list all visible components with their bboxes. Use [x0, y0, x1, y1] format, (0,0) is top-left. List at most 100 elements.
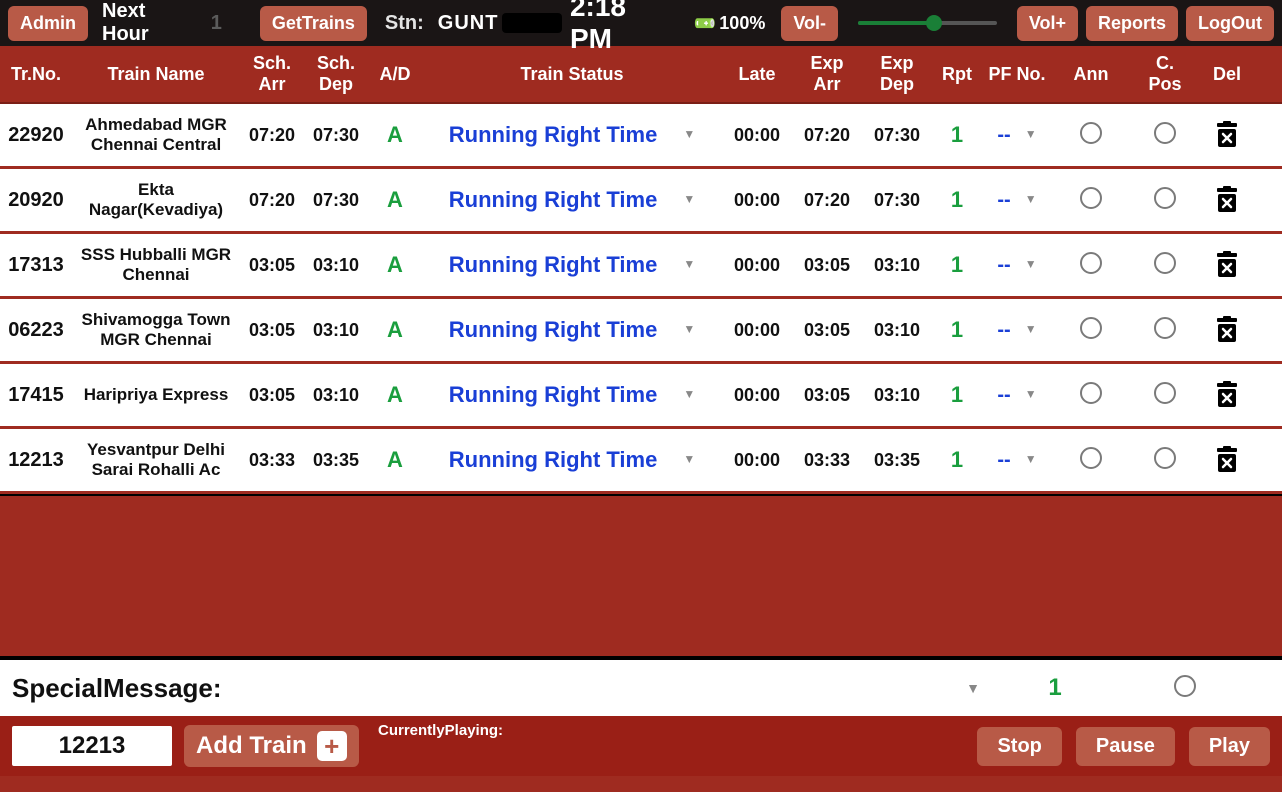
cell-ad: A: [368, 183, 422, 216]
cell-late: 00:00: [722, 121, 792, 150]
cell-exp-dep: 07:30: [862, 186, 932, 215]
ann-radio[interactable]: [1080, 252, 1102, 274]
cell-pf-dropdown[interactable]: --▼: [982, 250, 1052, 281]
special-message-bar: SpecialMessage: ▼ 1: [0, 660, 1282, 716]
vol-plus-button[interactable]: Vol+: [1017, 6, 1078, 41]
cell-exp-dep: 03:10: [862, 381, 932, 410]
chevron-down-icon: ▼: [683, 388, 695, 402]
cell-exp-arr: 03:05: [792, 381, 862, 410]
special-caret-icon[interactable]: ▼: [966, 680, 980, 696]
delete-button[interactable]: [1200, 117, 1254, 153]
train-table: Tr.No. Train Name Sch.Arr Sch.Dep A/D Tr…: [0, 46, 1282, 494]
cell-name: Yesvantpur Delhi Sarai Rohalli Ac: [72, 436, 240, 483]
cell-sch-dep: 03:10: [304, 251, 368, 280]
cpos-radio[interactable]: [1154, 317, 1176, 339]
add-train-button[interactable]: Add Train +: [184, 725, 359, 767]
delete-button[interactable]: [1200, 312, 1254, 348]
chevron-down-icon: ▼: [1025, 453, 1037, 467]
cell-status-dropdown[interactable]: Running Right Time▼: [422, 118, 722, 151]
header-status: Train Status: [422, 60, 722, 89]
cell-exp-dep: 03:35: [862, 446, 932, 475]
volume-slider[interactable]: [858, 21, 997, 25]
cell-status-dropdown[interactable]: Running Right Time▼: [422, 248, 722, 281]
cell-exp-arr: 07:20: [792, 121, 862, 150]
delete-button[interactable]: [1200, 182, 1254, 218]
cell-sch-arr: 03:33: [240, 446, 304, 475]
table-row: 17313SSS Hubballi MGR Chennai03:0503:10A…: [0, 234, 1282, 299]
play-button[interactable]: Play: [1189, 727, 1270, 766]
get-trains-button[interactable]: GetTrains: [260, 6, 367, 41]
ann-radio[interactable]: [1080, 122, 1102, 144]
cell-status-dropdown[interactable]: Running Right Time▼: [422, 183, 722, 216]
cell-exp-arr: 03:05: [792, 251, 862, 280]
delete-button[interactable]: [1200, 377, 1254, 413]
cell-sch-dep: 07:30: [304, 186, 368, 215]
cell-pf-dropdown[interactable]: --▼: [982, 380, 1052, 411]
cpos-radio[interactable]: [1154, 122, 1176, 144]
battery-percent: 100%: [719, 13, 765, 34]
station-label: Stn:: [385, 12, 424, 35]
volume-fill: [858, 21, 934, 25]
plus-icon: +: [317, 731, 347, 761]
cpos-radio[interactable]: [1154, 447, 1176, 469]
cell-late: 00:00: [722, 381, 792, 410]
cell-ad: A: [368, 313, 422, 346]
ann-radio[interactable]: [1080, 382, 1102, 404]
cpos-radio[interactable]: [1154, 187, 1176, 209]
volume-thumb[interactable]: [926, 15, 942, 31]
table-row: 20920Ekta Nagar(Kevadiya)07:2007:30ARunn…: [0, 169, 1282, 234]
cpos-radio[interactable]: [1154, 252, 1176, 274]
cpos-radio[interactable]: [1154, 382, 1176, 404]
logout-button[interactable]: LogOut: [1186, 6, 1274, 41]
ann-radio[interactable]: [1080, 187, 1102, 209]
special-radio[interactable]: [1174, 675, 1196, 697]
pf-value: --: [997, 254, 1010, 277]
next-hour-label: Next Hour: [102, 0, 197, 46]
cell-pf-dropdown[interactable]: --▼: [982, 315, 1052, 346]
chevron-down-icon: ▼: [683, 258, 695, 272]
header-rpt: Rpt: [932, 60, 982, 89]
cell-status-dropdown[interactable]: Running Right Time ▼: [422, 378, 722, 411]
cell-pf-dropdown[interactable]: --▼: [982, 185, 1052, 216]
add-train-label: Add Train: [196, 732, 307, 760]
admin-button[interactable]: Admin: [8, 6, 88, 41]
header-trno: Tr.No.: [0, 60, 72, 89]
pf-value: --: [997, 384, 1010, 407]
cell-ad: A: [368, 118, 422, 151]
cell-pf-dropdown[interactable]: --▼: [982, 445, 1052, 476]
header-sch-dep: Sch.Dep: [304, 49, 368, 98]
cell-rpt: 1: [932, 248, 982, 281]
vol-minus-button[interactable]: Vol-: [781, 6, 838, 41]
cell-ann: [1052, 248, 1130, 283]
chevron-down-icon: ▼: [683, 453, 695, 467]
cell-rpt: 1: [932, 183, 982, 216]
cell-ann: [1052, 118, 1130, 153]
pf-value: --: [997, 124, 1010, 147]
cell-exp-arr: 07:20: [792, 186, 862, 215]
cell-cpos: [1130, 443, 1200, 478]
cell-sch-arr: 03:05: [240, 381, 304, 410]
cell-pf-dropdown[interactable]: --▼: [982, 120, 1052, 151]
cell-name: SSS Hubballi MGR Chennai: [72, 241, 240, 288]
status-text: Running Right Time: [449, 382, 658, 407]
chevron-down-icon: ▼: [683, 128, 695, 142]
cell-ann: [1052, 443, 1130, 478]
delete-button[interactable]: [1200, 247, 1254, 283]
reports-button[interactable]: Reports: [1086, 6, 1178, 41]
stop-button[interactable]: Stop: [977, 727, 1061, 766]
ann-radio[interactable]: [1080, 317, 1102, 339]
table-body: 22920Ahmedabad MGR Chennai Central07:200…: [0, 104, 1282, 494]
cell-rpt: 1: [932, 443, 982, 476]
pause-button[interactable]: Pause: [1076, 727, 1175, 766]
cell-rpt: 1: [932, 118, 982, 151]
header-cpos: C.Pos: [1130, 49, 1200, 98]
delete-button[interactable]: [1200, 442, 1254, 478]
cell-status-dropdown[interactable]: Running Right Time▼: [422, 313, 722, 346]
cell-sch-dep: 03:10: [304, 381, 368, 410]
cell-status-dropdown[interactable]: Running Right Time▼: [422, 443, 722, 476]
cell-name: Ekta Nagar(Kevadiya): [72, 176, 240, 223]
ann-radio[interactable]: [1080, 447, 1102, 469]
pf-value: --: [997, 319, 1010, 342]
header-exp-dep: ExpDep: [862, 49, 932, 98]
train-number-input[interactable]: [12, 726, 172, 766]
